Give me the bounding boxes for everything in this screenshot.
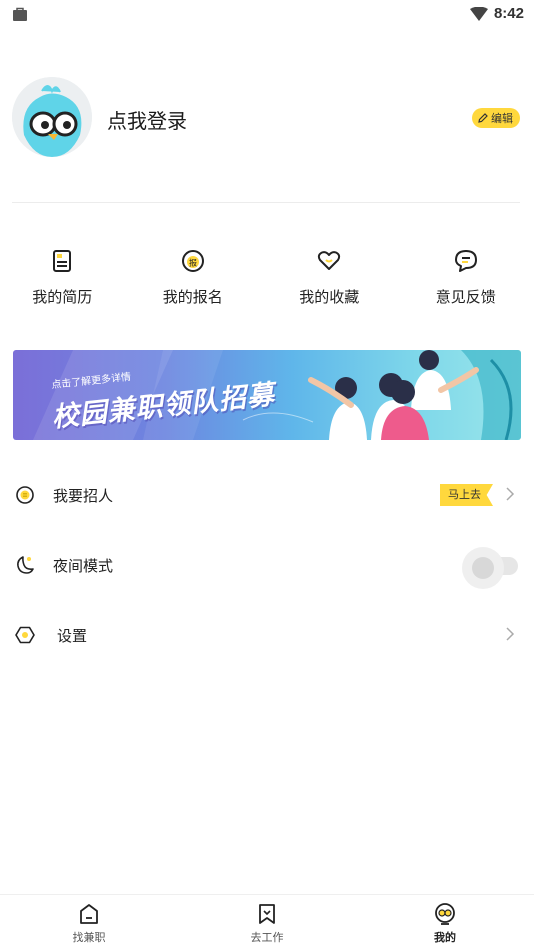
- menu-label: 夜间模式: [53, 557, 114, 575]
- tab-label: 去工作: [250, 931, 284, 944]
- bird-avatar-icon: [12, 77, 92, 157]
- go-now-badge[interactable]: 马上去: [440, 484, 493, 506]
- divider: [12, 202, 520, 203]
- edit-label: 编辑: [491, 112, 513, 125]
- quick-action-signup[interactable]: 报 我的报名: [125, 248, 261, 308]
- quick-action-resume[interactable]: 我的简历: [0, 248, 125, 308]
- recruit-icon: [16, 486, 34, 504]
- menu-row-night-mode: 夜间模式: [0, 541, 534, 591]
- bookmark-icon: [259, 904, 275, 924]
- resume-icon: [53, 250, 72, 272]
- feedback-icon: [454, 250, 477, 272]
- moon-icon: [17, 556, 34, 574]
- quick-actions: 我的简历 报 我的报名 我的收藏 意见反馈: [0, 248, 534, 308]
- tab-go-to-work[interactable]: 去工作: [178, 895, 356, 949]
- profile-bird-icon: [435, 903, 455, 925]
- quick-action-label: 我的简历: [32, 288, 93, 306]
- menu-row-settings[interactable]: 设置: [0, 611, 534, 661]
- signup-icon: 报: [181, 250, 204, 272]
- status-time: 8:42: [493, 5, 524, 22]
- tab-label: 我的: [434, 931, 456, 944]
- quick-action-label: 我的报名: [162, 288, 223, 306]
- notification-bag-icon: [13, 7, 27, 21]
- quick-action-favorites[interactable]: 我的收藏: [261, 248, 397, 308]
- favorite-heart-icon: [318, 251, 341, 270]
- promo-banner[interactable]: 点击了解更多详情 校园兼职领队招募: [13, 350, 521, 440]
- status-bar: 8:42: [0, 0, 534, 30]
- avatar[interactable]: [12, 77, 92, 157]
- bottom-tab-bar: 找兼职 去工作 我的: [0, 894, 534, 949]
- wifi-icon: [469, 6, 488, 21]
- menu-label: 设置: [57, 627, 88, 645]
- chevron-right-icon: [506, 627, 515, 641]
- home-icon: [80, 904, 98, 924]
- tab-mine[interactable]: 我的: [356, 895, 534, 949]
- toggle-knob: [462, 547, 504, 589]
- menu-label: 我要招人: [53, 487, 114, 505]
- banner-people-illustration: [308, 350, 521, 440]
- tab-label: 找兼职: [72, 931, 106, 944]
- login-prompt[interactable]: 点我登录: [107, 105, 187, 134]
- chevron-right-icon: [506, 487, 515, 501]
- menu-row-recruit[interactable]: 我要招人 马上去: [0, 471, 534, 521]
- quick-action-label: 我的收藏: [299, 288, 360, 306]
- night-mode-toggle[interactable]: [462, 547, 518, 589]
- quick-action-label: 意见反馈: [435, 288, 496, 306]
- signup-icon-text: 报: [189, 258, 197, 268]
- pencil-icon: [478, 113, 488, 123]
- settings-icon: [15, 626, 35, 644]
- tab-find-jobs[interactable]: 找兼职: [0, 895, 178, 949]
- edit-button[interactable]: 编辑: [472, 108, 520, 128]
- quick-action-feedback[interactable]: 意见反馈: [398, 248, 534, 308]
- profile-header[interactable]: 点我登录 编辑: [12, 77, 522, 159]
